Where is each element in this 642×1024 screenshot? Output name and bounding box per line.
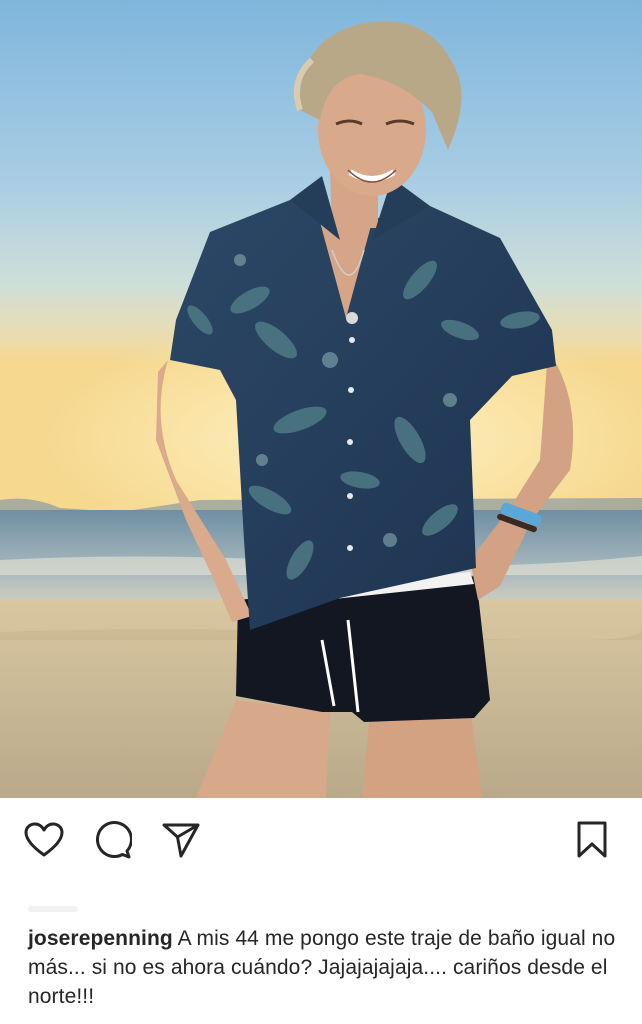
post-caption: joserepenning A mis 44 me pongo este tra… — [28, 924, 628, 1011]
post-photo[interactable] — [0, 0, 642, 798]
comment-bubble-icon — [94, 821, 132, 859]
caption-username[interactable]: joserepenning — [28, 927, 173, 950]
paper-plane-icon — [162, 822, 200, 858]
likes-placeholder — [28, 906, 78, 912]
share-button[interactable] — [159, 818, 203, 862]
beach-portrait-image — [0, 0, 642, 798]
like-button[interactable] — [22, 818, 66, 862]
post-action-bar — [0, 798, 642, 882]
heart-icon — [24, 822, 64, 858]
bookmark-icon — [576, 821, 608, 859]
save-button[interactable] — [570, 818, 614, 862]
comment-button[interactable] — [91, 818, 135, 862]
